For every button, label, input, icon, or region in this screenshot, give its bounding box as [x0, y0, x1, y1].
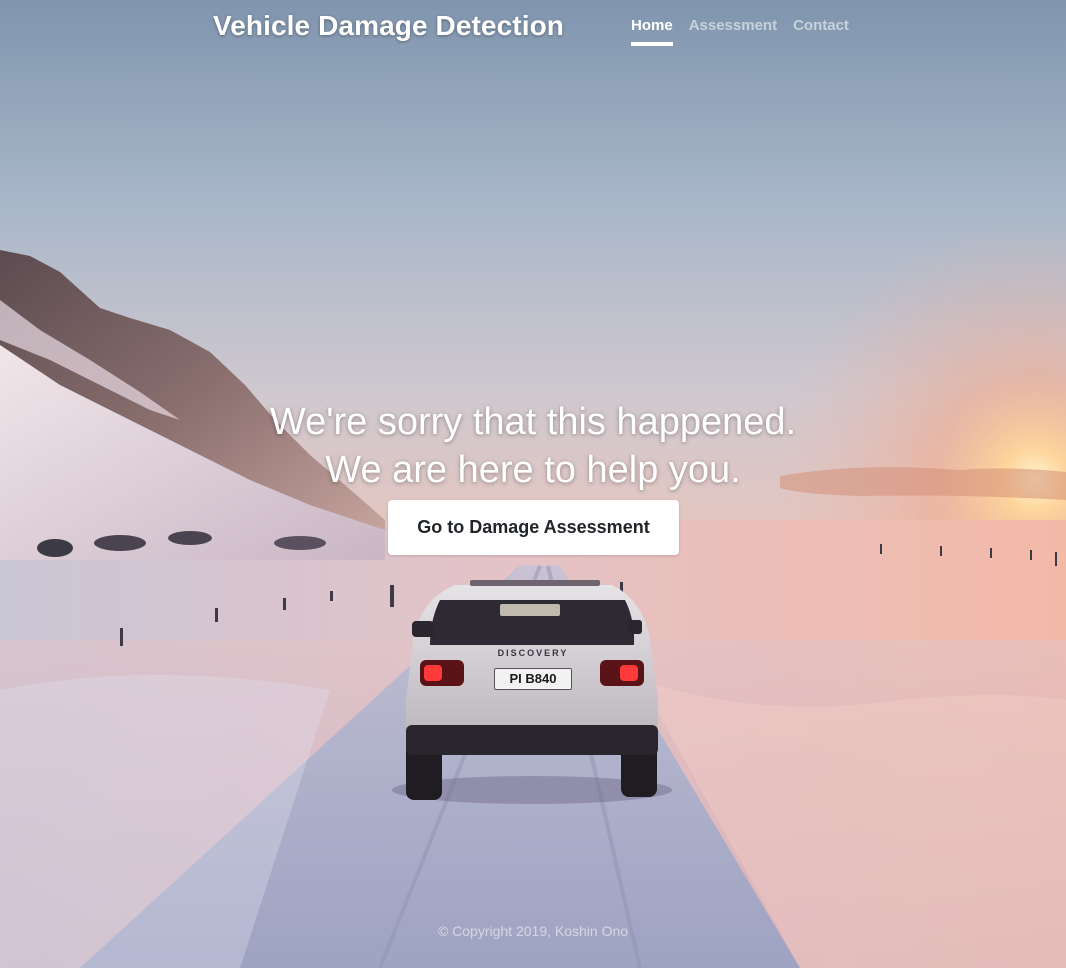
- nav-link-home[interactable]: Home: [631, 17, 673, 46]
- site-brand[interactable]: Vehicle Damage Detection: [213, 10, 564, 42]
- footer-copyright: © Copyright 2019, Koshin Ono: [437, 923, 629, 939]
- nav-link-contact[interactable]: Contact: [793, 17, 849, 46]
- license-plate: PI B840: [494, 668, 572, 690]
- masthead: Vehicle Damage Detection Home Assessment…: [0, 0, 1066, 60]
- main-nav: Home Assessment Contact: [631, 17, 849, 46]
- nav-link-assessment[interactable]: Assessment: [689, 17, 777, 46]
- page: DISCOVERY PI B840 Vehicle Damage Detecti…: [0, 0, 1066, 968]
- hero: We're sorry that this happened. We are h…: [0, 398, 1066, 494]
- go-to-assessment-button[interactable]: Go to Damage Assessment: [388, 500, 679, 555]
- vehicle-badge: DISCOVERY: [497, 648, 569, 658]
- hero-heading-line-1: We're sorry that this happened.: [269, 401, 797, 443]
- hero-heading-line-2: We are here to help you.: [325, 449, 741, 491]
